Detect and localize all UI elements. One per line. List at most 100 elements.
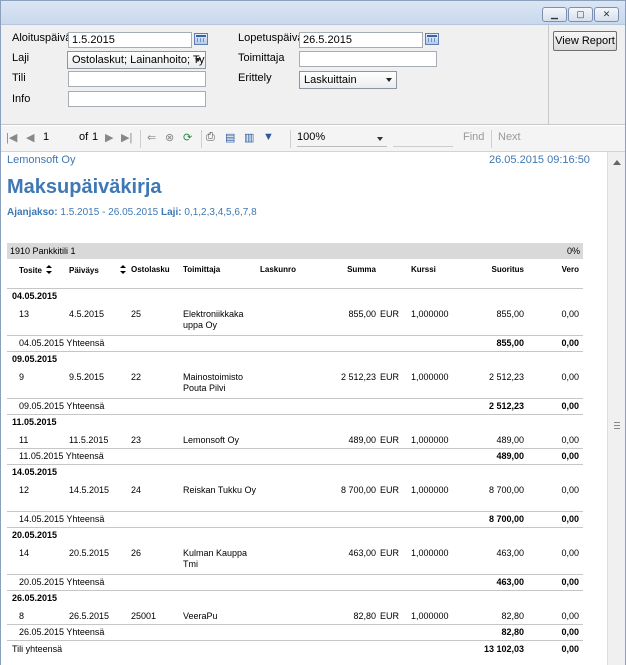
row-kurssi: 1,000000: [411, 435, 449, 445]
export-icon[interactable]: ▼: [263, 131, 274, 143]
chevron-down-icon: [386, 78, 392, 82]
erittely-value: Laskuittain: [304, 74, 357, 86]
grand-total-label: Tili yhteensä: [12, 644, 63, 654]
next-link[interactable]: Next: [498, 131, 521, 143]
row-summa: 82,80: [353, 611, 376, 621]
row-paivays: 11.5.2015: [69, 435, 109, 445]
row-kurssi: 1,000000: [411, 548, 449, 558]
group-total-suoritus: 489,00: [496, 451, 524, 461]
row-suoritus: 8 700,00: [488, 485, 524, 495]
parameters-panel: Aloituspäivä 1.5.2015 Lopetuspäivä 26.5.…: [1, 25, 625, 125]
row-divider: [7, 398, 583, 399]
row-divider: [7, 511, 583, 512]
aloituspaiva-label: Aloituspäivä: [12, 32, 72, 44]
scroll-grip-icon[interactable]: [614, 422, 620, 429]
row-toimittaja: Lemonsoft Oy: [183, 435, 240, 445]
group-total-suoritus: 855,00: [496, 338, 524, 348]
toimittaja-input[interactable]: [299, 51, 437, 67]
column-header-laskunro: Laskunro: [260, 265, 297, 274]
group-total-vero: 0,00: [561, 401, 579, 411]
tili-input[interactable]: [68, 71, 206, 87]
row-vero: 0,00: [561, 309, 579, 319]
report-period: Ajanjakso: 1.5.2015 - 26.05.2015 Laji: 0…: [7, 207, 257, 218]
period-value: 1.5.2015 - 26.05.2015: [60, 207, 159, 218]
column-header-paivays[interactable]: Päiväys: [69, 265, 126, 275]
report-title: Maksupäiväkirja: [7, 176, 162, 198]
row-summa: 489,00: [348, 435, 376, 445]
company-name: Lemonsoft Oy: [7, 154, 76, 166]
row-summa: 855,00: [348, 309, 376, 319]
row-tosite: 9: [19, 372, 25, 382]
row-vero: 0,00: [561, 485, 579, 495]
maximize-button[interactable]: ▢: [568, 7, 593, 22]
row-vero: 0,00: [561, 611, 579, 621]
first-page-icon[interactable]: |◀: [6, 131, 17, 144]
row-toimittaja: VeeraPu: [183, 611, 218, 621]
next-page-icon[interactable]: ▶: [105, 131, 113, 144]
zoom-select[interactable]: 100%: [297, 131, 387, 147]
info-label: Info: [12, 93, 31, 105]
row-vero: 0,00: [561, 548, 579, 558]
erittely-label: Erittely: [238, 72, 272, 84]
group-total-vero: 0,00: [561, 514, 579, 524]
row-divider: [7, 335, 583, 336]
erittely-select[interactable]: Laskuittain: [299, 71, 397, 89]
page-setup-icon[interactable]: ▥: [244, 131, 254, 144]
vertical-scrollbar[interactable]: [607, 152, 625, 665]
refresh-icon[interactable]: ⟳: [183, 131, 192, 144]
find-input[interactable]: [393, 131, 453, 147]
back-icon[interactable]: ⇐: [147, 131, 156, 144]
column-header-ostolasku: Ostolasku: [131, 265, 170, 274]
previous-page-icon[interactable]: ◀: [26, 131, 34, 144]
row-paivays: 4.5.2015: [69, 309, 105, 319]
lopetuspaiva-input[interactable]: 26.5.2015: [299, 32, 423, 48]
row-ostolasku: 26: [131, 548, 142, 558]
group-date: 09.05.2015: [12, 354, 58, 364]
group-total-label: 26.05.2015 Yhteensä: [19, 627, 105, 637]
group-total-label: 11.05.2015 Yhteensä: [19, 451, 104, 461]
group-total-vero: 0,00: [561, 577, 579, 587]
row-valuutta: EUR: [380, 309, 400, 319]
column-header-tosite[interactable]: Tosite: [19, 265, 52, 275]
column-header-toimittaja: Toimittaja: [183, 265, 221, 274]
account-header: 1910 Pankkitili 1 0%: [7, 243, 583, 259]
close-button[interactable]: ✕: [594, 7, 619, 22]
column-header-summa: Summa: [347, 265, 376, 274]
row-vero: 0,00: [561, 372, 579, 382]
row-kurssi: 1,000000: [411, 611, 449, 621]
row-kurssi: 1,000000: [411, 372, 449, 382]
page-number-input[interactable]: 1: [39, 131, 73, 146]
report-viewer-window: ▁ ▢ ✕ Aloituspäivä 1.5.2015 Lopetuspäivä…: [0, 0, 626, 665]
account-percent: 0%: [566, 246, 580, 256]
grand-total-vero: 0,00: [561, 644, 579, 654]
row-valuutta: EUR: [380, 548, 400, 558]
calendar-icon[interactable]: [425, 33, 439, 45]
row-valuutta: EUR: [380, 485, 400, 495]
row-ostolasku: 22: [131, 372, 142, 382]
laji-select[interactable]: Ostolaskut; Lainanhoito; Työna: [67, 51, 206, 69]
calendar-icon[interactable]: [194, 33, 208, 45]
row-paivays: 14.5.2015: [69, 485, 110, 495]
sort-icon: [45, 265, 52, 274]
row-toimittaja: Reiskan Tukku Oy: [183, 485, 257, 495]
minimize-button[interactable]: ▁: [542, 7, 567, 22]
stop-icon[interactable]: ⊗: [165, 131, 174, 144]
view-report-button[interactable]: View Report: [553, 31, 617, 51]
row-tosite: 13: [19, 309, 30, 319]
row-ostolasku: 25: [131, 309, 142, 319]
print-icon[interactable]: ⎙: [206, 131, 215, 144]
row-paivays: 9.5.2015: [69, 372, 105, 382]
last-page-icon[interactable]: ▶|: [121, 131, 132, 144]
find-link[interactable]: Find: [463, 131, 484, 143]
row-tosite: 8: [19, 611, 25, 621]
row-ostolasku: 25001: [131, 611, 157, 621]
row-tosite: 11: [19, 435, 29, 445]
scroll-up-icon[interactable]: [613, 160, 621, 165]
group-date: 26.05.2015: [12, 593, 58, 603]
print-layout-icon[interactable]: ▤: [225, 131, 235, 144]
aloituspaiva-input[interactable]: 1.5.2015: [68, 32, 192, 48]
row-tosite: 12: [19, 485, 30, 495]
info-input[interactable]: [68, 91, 206, 107]
group-total-label: 14.05.2015 Yhteensä: [19, 514, 105, 524]
row-valuutta: EUR: [380, 372, 400, 382]
